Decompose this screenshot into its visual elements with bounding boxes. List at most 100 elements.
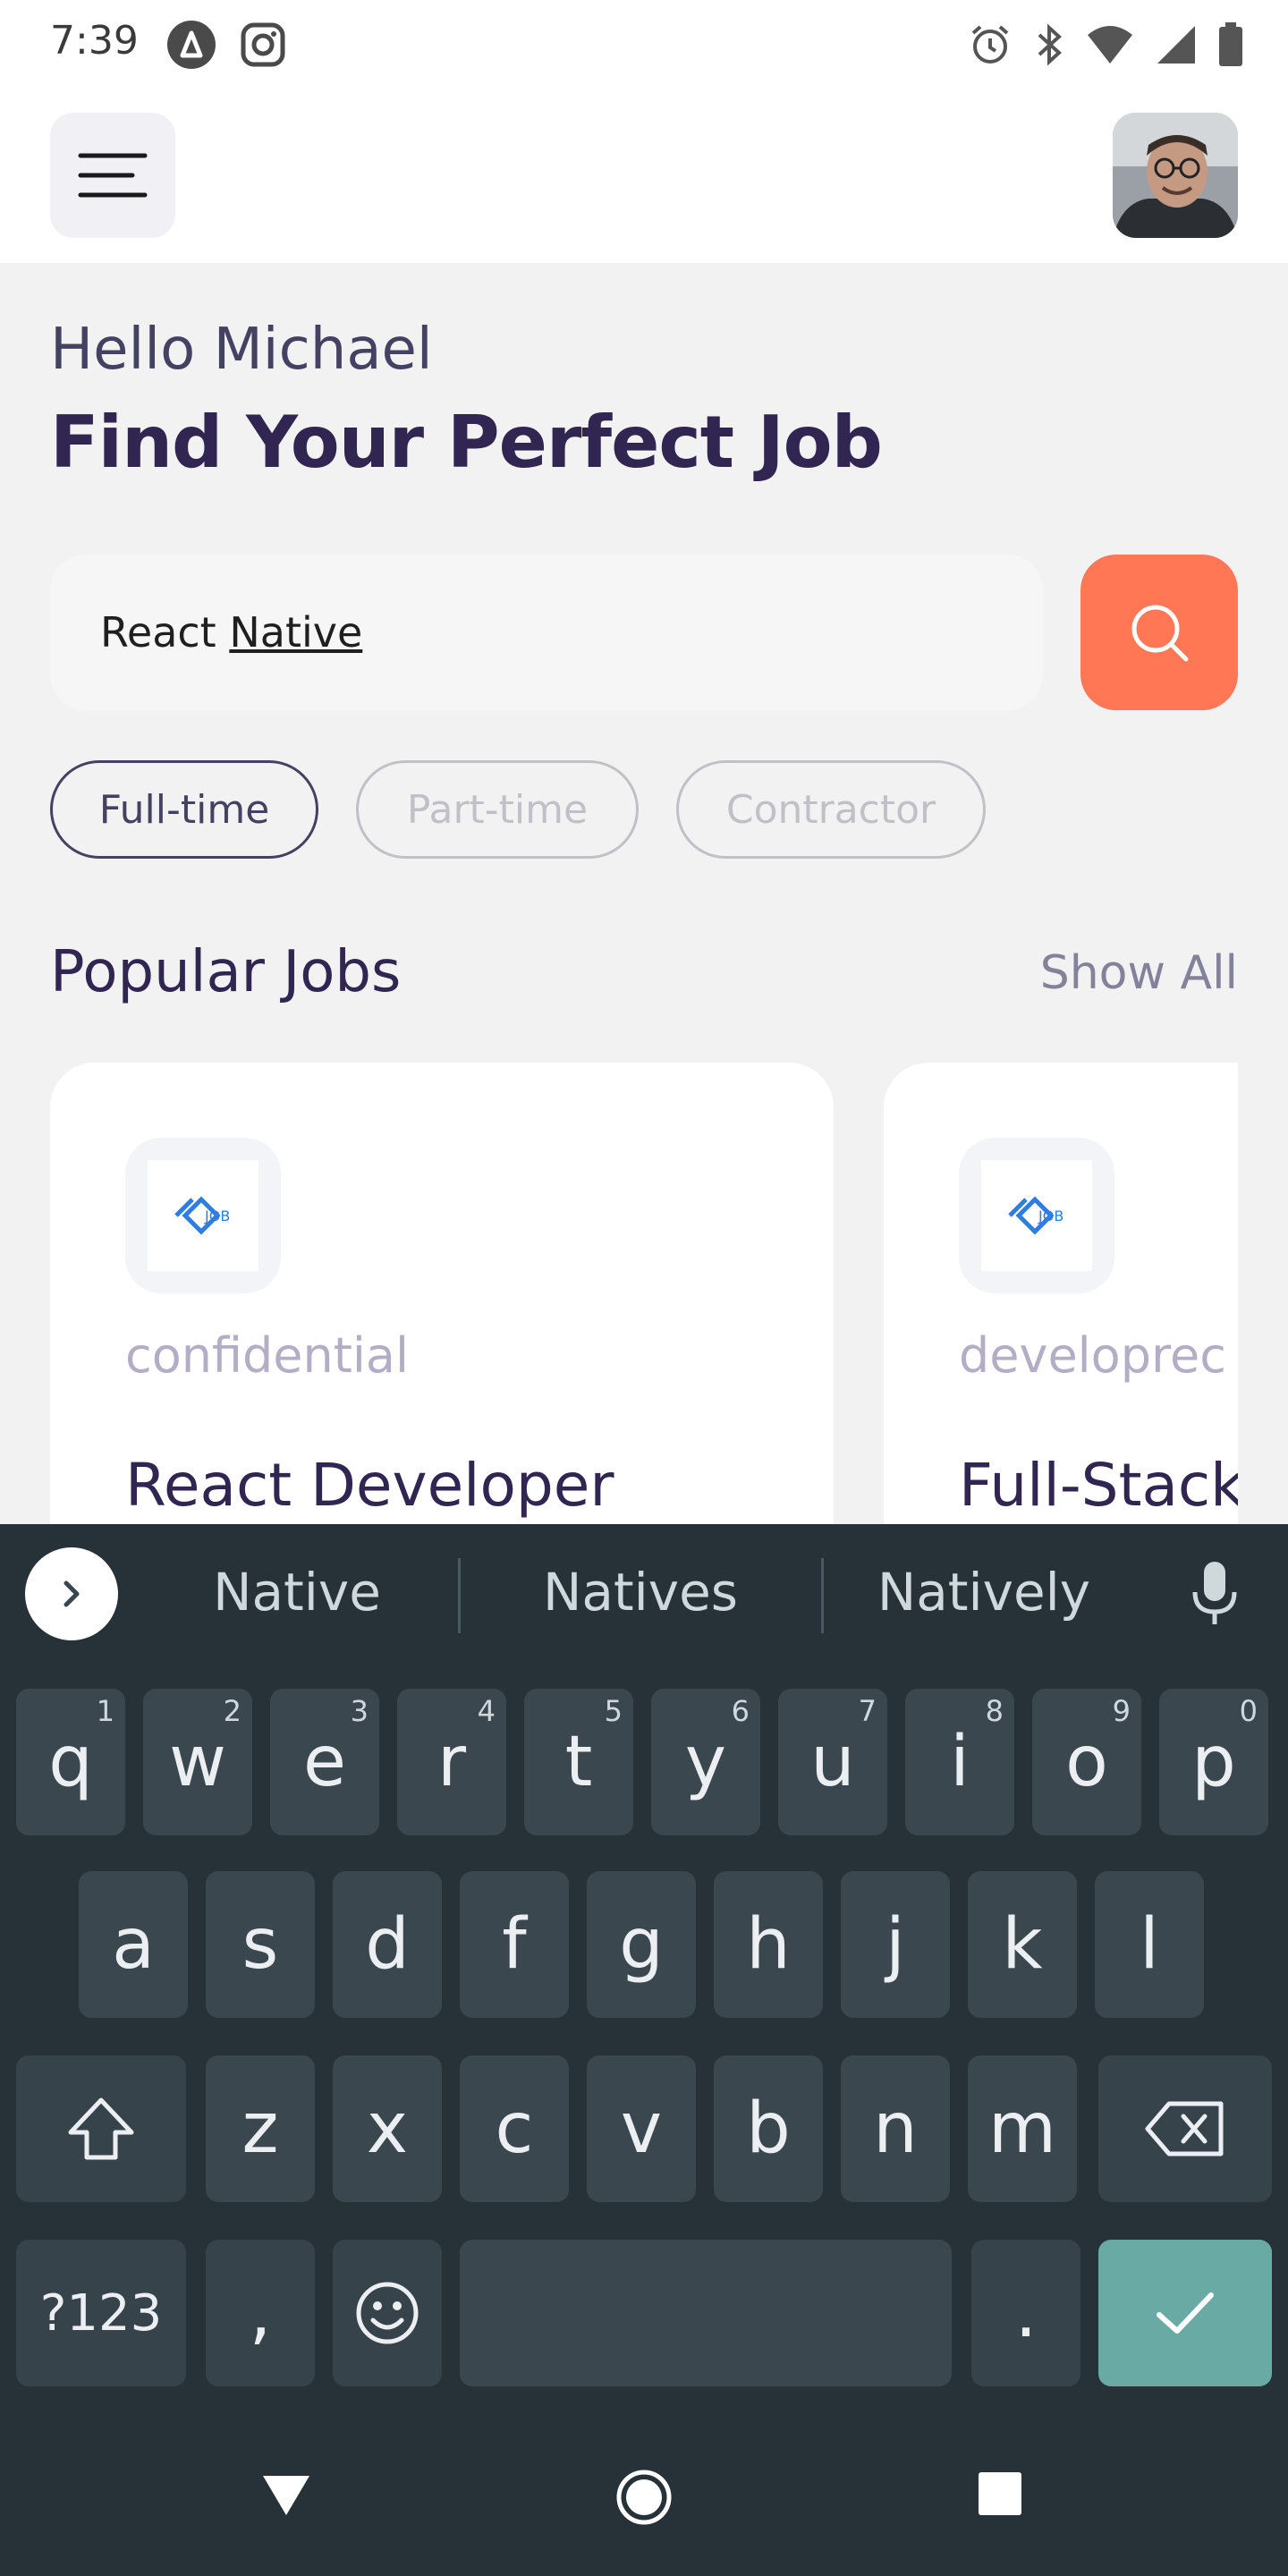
key-t[interactable]: t5 bbox=[524, 1689, 633, 1835]
key-u[interactable]: u7 bbox=[778, 1689, 887, 1835]
key-hint: 9 bbox=[1112, 1694, 1131, 1728]
key-h[interactable]: h bbox=[714, 1871, 823, 2018]
job-type-tabs: Full-time Part-time Contractor bbox=[50, 760, 986, 859]
key-label: r bbox=[436, 1722, 467, 1802]
search-input-value: React Native bbox=[100, 608, 363, 657]
battery-icon bbox=[1219, 22, 1242, 66]
back-icon[interactable] bbox=[259, 2469, 313, 2522]
chevron-right-icon bbox=[64, 1580, 80, 1607]
key-i[interactable]: i8 bbox=[905, 1689, 1014, 1835]
key-n[interactable]: n bbox=[841, 2055, 950, 2202]
key-hint: 3 bbox=[350, 1694, 369, 1728]
key-label: t bbox=[564, 1722, 593, 1802]
company-logo: JOB bbox=[959, 1138, 1114, 1293]
system-nav-bar bbox=[0, 2433, 1288, 2576]
key-l[interactable]: l bbox=[1095, 1871, 1204, 2018]
key-label: p bbox=[1191, 1722, 1236, 1802]
backspace-icon bbox=[1145, 2101, 1224, 2157]
job-logo-icon: JOB bbox=[1008, 1196, 1063, 1235]
greeting: Hello Michael bbox=[50, 317, 433, 383]
job-logo-icon: JOB bbox=[174, 1196, 230, 1235]
key-hint: 7 bbox=[858, 1694, 877, 1728]
job-title: Full-Stack bbox=[959, 1451, 1238, 1520]
job-card[interactable]: JOB confidential React Developer bbox=[50, 1063, 834, 1528]
period-key[interactable]: . bbox=[971, 2240, 1080, 2386]
key-f[interactable]: f bbox=[460, 1871, 569, 2018]
bluetooth-icon bbox=[1038, 23, 1062, 66]
key-g[interactable]: g bbox=[587, 1871, 696, 2018]
tab-contractor[interactable]: Contractor bbox=[676, 760, 986, 859]
key-x[interactable]: x bbox=[333, 2055, 442, 2202]
recents-icon[interactable] bbox=[975, 2469, 1025, 2519]
search-input[interactable]: React Native bbox=[50, 555, 1043, 710]
key-s[interactable]: s bbox=[206, 1871, 315, 2018]
suggestion-divider bbox=[458, 1558, 461, 1633]
key-hint: 5 bbox=[604, 1694, 623, 1728]
key-q[interactable]: q1 bbox=[16, 1689, 125, 1835]
popular-jobs-list[interactable]: JOB confidential React Developer JOB dev… bbox=[50, 1063, 1238, 1528]
key-e[interactable]: e3 bbox=[270, 1689, 379, 1835]
key-j[interactable]: j bbox=[841, 1871, 950, 2018]
job-title: React Developer bbox=[125, 1451, 614, 1520]
key-label: w bbox=[169, 1722, 226, 1802]
hamburger-menu-icon bbox=[78, 153, 148, 198]
app-header bbox=[0, 89, 1288, 263]
svg-text:JOB: JOB bbox=[1038, 1208, 1063, 1224]
signal-icon bbox=[1157, 26, 1195, 64]
key-r[interactable]: r4 bbox=[397, 1689, 506, 1835]
backspace-key[interactable] bbox=[1098, 2055, 1272, 2202]
status-bar: 7:39 bbox=[0, 0, 1288, 89]
search-icon bbox=[1131, 605, 1189, 662]
key-k[interactable]: k bbox=[968, 1871, 1077, 2018]
key-hint: 6 bbox=[731, 1694, 750, 1728]
instagram-icon bbox=[238, 20, 288, 70]
key-hint: 1 bbox=[96, 1694, 114, 1728]
space-key[interactable] bbox=[460, 2240, 952, 2386]
soft-keyboard: Native Natives Natively q1 w2 e3 r4 t5 y… bbox=[0, 1524, 1288, 2433]
suggestion-expand-button[interactable] bbox=[25, 1547, 118, 1640]
key-o[interactable]: o9 bbox=[1032, 1689, 1141, 1835]
wifi-icon bbox=[1088, 26, 1132, 64]
key-label: e bbox=[303, 1722, 346, 1802]
svg-text:JOB: JOB bbox=[204, 1208, 230, 1224]
key-v[interactable]: v bbox=[587, 2055, 696, 2202]
enter-key[interactable] bbox=[1098, 2240, 1272, 2386]
search-button[interactable] bbox=[1080, 555, 1238, 710]
company-name: developrec bbox=[959, 1327, 1226, 1384]
key-y[interactable]: y6 bbox=[651, 1689, 760, 1835]
key-w[interactable]: w2 bbox=[143, 1689, 252, 1835]
suggestion-3[interactable]: Natively bbox=[814, 1562, 1154, 1623]
job-card[interactable]: JOB developrec Full-Stack bbox=[884, 1063, 1238, 1528]
tab-full-time[interactable]: Full-time bbox=[50, 760, 318, 859]
show-all-link[interactable]: Show All bbox=[1040, 946, 1238, 1000]
key-d[interactable]: d bbox=[333, 1871, 442, 2018]
checkmark-icon bbox=[1157, 2292, 1214, 2334]
home-icon[interactable] bbox=[615, 2469, 673, 2526]
menu-button[interactable] bbox=[50, 113, 175, 238]
key-c[interactable]: c bbox=[460, 2055, 569, 2202]
key-b[interactable]: b bbox=[714, 2055, 823, 2202]
key-a[interactable]: a bbox=[79, 1871, 188, 2018]
app-a-icon bbox=[166, 20, 216, 70]
suggestion-2[interactable]: Natives bbox=[470, 1562, 810, 1623]
status-time: 7:39 bbox=[50, 18, 139, 64]
avatar[interactable] bbox=[1113, 113, 1238, 238]
company-logo: JOB bbox=[125, 1138, 281, 1293]
key-z[interactable]: z bbox=[206, 2055, 315, 2202]
emoji-key[interactable] bbox=[333, 2240, 442, 2386]
key-hint: 2 bbox=[223, 1694, 242, 1728]
key-hint: 0 bbox=[1239, 1694, 1258, 1728]
tab-part-time[interactable]: Part-time bbox=[356, 760, 639, 859]
shift-key[interactable] bbox=[16, 2055, 186, 2202]
key-hint: 8 bbox=[985, 1694, 1004, 1728]
comma-key[interactable]: , bbox=[206, 2240, 315, 2386]
shift-icon bbox=[68, 2097, 134, 2160]
key-p[interactable]: p0 bbox=[1159, 1689, 1268, 1835]
key-label: q bbox=[48, 1722, 93, 1802]
key-m[interactable]: m bbox=[968, 2055, 1077, 2202]
symbols-key[interactable]: ?123 bbox=[16, 2240, 186, 2386]
suggestion-1[interactable]: Native bbox=[127, 1562, 467, 1623]
key-label: i bbox=[950, 1722, 970, 1802]
microphone-icon[interactable] bbox=[1190, 1560, 1240, 1628]
key-label: y bbox=[684, 1722, 727, 1802]
